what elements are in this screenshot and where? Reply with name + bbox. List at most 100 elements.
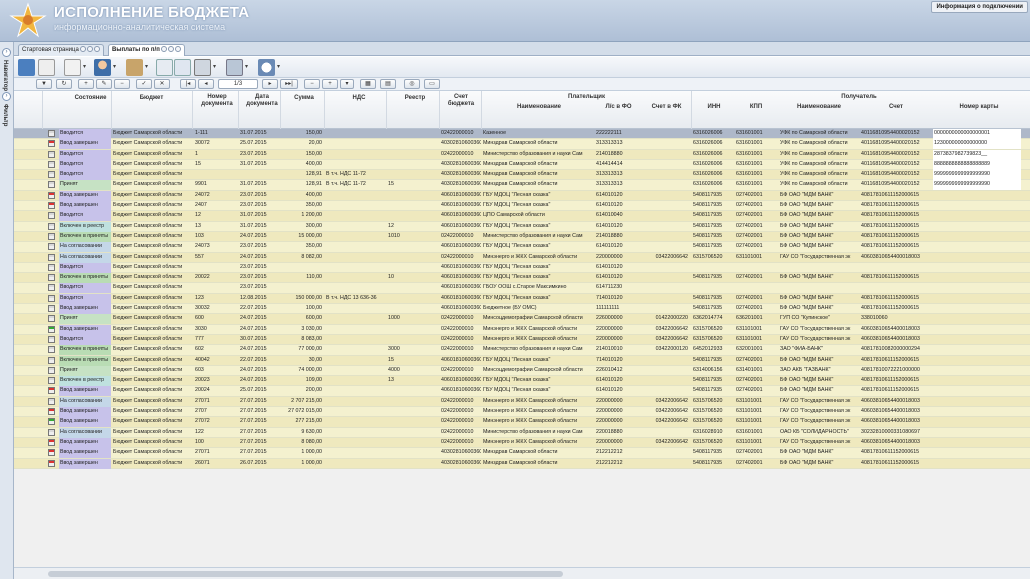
cell-card[interactable] — [933, 191, 1021, 201]
cell-pls[interactable]: 220000000 — [595, 325, 643, 335]
chevron-down-icon[interactable]: ▾ — [113, 63, 116, 70]
cell-inn[interactable]: 5408117935 — [692, 376, 734, 386]
cell-date[interactable]: 31.07.2015 — [239, 211, 280, 221]
cell-budget[interactable]: Бюджет Самарской области — [112, 376, 192, 386]
cell-budget[interactable]: Бюджет Самарской области — [112, 273, 192, 283]
cell-pname[interactable]: ГБУ МДОЦ "Лесная сказка" — [482, 191, 594, 201]
cell-pls[interactable]: 614010120 — [595, 242, 643, 252]
cell-rname[interactable]: УФК по Самарской области — [779, 139, 859, 149]
cell-racc[interactable]: 40817810611152000615 — [860, 459, 932, 469]
header-rec-acc[interactable]: Счет — [861, 104, 931, 111]
horizontal-scrollbar[interactable] — [14, 567, 1030, 579]
scrollbar-thumb[interactable] — [48, 571, 563, 577]
cell-inn[interactable]: 6316026006 — [692, 129, 734, 139]
cell-pfk[interactable] — [644, 304, 690, 314]
cell-sum[interactable]: 8 082,00 — [280, 253, 324, 263]
cell-num[interactable]: 27072 — [194, 417, 237, 427]
next-page-icon[interactable]: ▸ — [262, 79, 278, 89]
cell-rname[interactable]: БФ ОАО "МДМ БАНК" — [779, 304, 859, 314]
cell-pls[interactable]: 313313313 — [595, 139, 643, 149]
cell-pname[interactable]: Министерство образования и науки Сам — [482, 232, 594, 242]
table-row[interactable]: Вводится Бюджет Самарской области 1 23.07.2… — [14, 149, 1030, 160]
cell-pname[interactable]: ГБУ МДОЦ "Лесная сказка" — [482, 263, 594, 273]
cell-pls[interactable]: 614010120 — [595, 263, 643, 273]
cell-pname[interactable]: Минздрав Самарской области — [482, 170, 594, 180]
cell-pls[interactable]: 111111111 — [595, 304, 643, 314]
cell-budget[interactable]: Бюджет Самарской области — [112, 314, 192, 324]
cell-acc[interactable]: 40601810600360 — [440, 283, 481, 293]
cell-rname[interactable]: БФ ОАО "МДМ БАНК" — [779, 232, 859, 242]
cell-status[interactable]: На согласовании — [59, 427, 111, 438]
cell-num[interactable] — [194, 283, 237, 293]
table-row[interactable]: Включен в приняты Бюджет Самарской област… — [14, 231, 1030, 243]
table-row[interactable]: Ввод завершен Бюджет Самарской области 200… — [14, 386, 1030, 397]
cell-kpp[interactable]: 027402001 — [735, 242, 778, 252]
cell-pls[interactable]: 212212212 — [595, 448, 643, 458]
table-row[interactable]: Ввод завершен Бюджет Самарской области 100… — [14, 437, 1030, 449]
cell-date[interactable] — [239, 170, 280, 180]
cell-card[interactable] — [933, 428, 1021, 438]
cell-card[interactable] — [933, 459, 1021, 469]
cell-budget[interactable]: Бюджет Самарской области — [112, 242, 192, 252]
cell-racc[interactable]: 30232810000331080697 — [860, 428, 932, 438]
cell-budget[interactable]: Бюджет Самарской области — [112, 201, 192, 211]
cell-num[interactable]: 12 — [194, 211, 237, 221]
cell-pname[interactable]: Минсоцдемографии Самарской области — [482, 366, 594, 376]
chevron-down-icon[interactable]: ▾ — [83, 63, 86, 70]
cell-pls[interactable]: 614010120 — [595, 386, 643, 396]
cell-status[interactable]: Включен в реестр — [59, 221, 111, 232]
cell-card[interactable]: 0000000000000000001 — [933, 129, 1021, 139]
cell-budget[interactable]: Бюджет Самарской области — [112, 417, 192, 427]
cell-reestr[interactable]: 15 — [387, 180, 439, 190]
cell-card[interactable] — [933, 376, 1021, 386]
cell-card[interactable] — [933, 345, 1021, 355]
cell-pfk[interactable] — [644, 129, 690, 139]
cell-nds[interactable] — [325, 438, 386, 448]
cell-pname[interactable]: Минздрав Самарской области — [482, 459, 594, 469]
cell-date[interactable]: 27.07.2015 — [239, 438, 280, 448]
cell-reestr[interactable] — [387, 325, 439, 335]
cell-num[interactable]: 24073 — [194, 242, 237, 252]
cell-status[interactable]: Ввод завершен — [59, 458, 111, 469]
cell-rname[interactable]: БФ ОАО "МДМ БАНК" — [779, 201, 859, 211]
cell-nds[interactable] — [325, 304, 386, 314]
cell-date[interactable]: 24.07.2015 — [239, 325, 280, 335]
cell-sum[interactable]: 3 030,00 — [280, 325, 324, 335]
cell-reestr[interactable]: 3000 — [387, 345, 439, 355]
cell-nds[interactable] — [325, 242, 386, 252]
cell-date[interactable]: 22.07.2015 — [239, 356, 280, 366]
cell-nds[interactable] — [325, 222, 386, 232]
cell-inn[interactable]: 6316026006 — [692, 150, 734, 160]
header-rec-name[interactable]: Наименование — [779, 104, 859, 111]
cell-pfk[interactable]: 03422000120 — [644, 345, 690, 355]
cell-budget[interactable]: Бюджет Самарской области — [112, 407, 192, 417]
cell-reestr[interactable] — [387, 211, 439, 221]
table-row[interactable]: Включен в реестр Бюджет Самарской области… — [14, 221, 1030, 232]
cell-racc[interactable]: 40116810954400020152 — [860, 170, 932, 180]
cell-budget[interactable]: Бюджет Самарской области — [112, 222, 192, 232]
cell-date[interactable]: 24.07.2015 — [239, 366, 280, 376]
cell-kpp[interactable]: 631401001 — [735, 366, 778, 376]
cell-sum[interactable]: 27 072 015,00 — [280, 407, 324, 417]
cell-inn[interactable]: 6315706520 — [692, 253, 734, 263]
cell-reestr[interactable] — [387, 150, 439, 160]
cell-inn[interactable]: 5408117935 — [692, 273, 734, 283]
cell-card[interactable] — [933, 325, 1021, 335]
cell-card[interactable] — [933, 211, 1021, 221]
cell-acc[interactable]: 40601810600360 — [440, 191, 481, 201]
cell-sum[interactable]: 109,00 — [280, 376, 324, 386]
table-row[interactable]: Ввод завершен Бюджет Самарской области 240… — [14, 201, 1030, 212]
cell-reestr[interactable]: 13 — [387, 376, 439, 386]
cell-nds[interactable] — [325, 139, 386, 149]
cell-kpp[interactable]: 631601001 — [735, 170, 778, 180]
cell-acc[interactable]: 02422000010 — [440, 325, 481, 335]
cell-sum[interactable]: 1 000,00 — [280, 448, 324, 458]
cell-nds[interactable] — [325, 150, 386, 160]
cell-pfk[interactable] — [644, 376, 690, 386]
cell-pname[interactable]: Минэнерго и ЖКХ Самарской области — [482, 438, 594, 448]
cell-nds[interactable] — [325, 386, 386, 396]
cell-pls[interactable]: 220000000 — [595, 253, 643, 263]
cell-inn[interactable] — [692, 263, 734, 273]
cell-budget[interactable]: Бюджет Самарской области — [112, 335, 192, 345]
cell-racc[interactable]: 40116810954400020152 — [860, 180, 932, 190]
